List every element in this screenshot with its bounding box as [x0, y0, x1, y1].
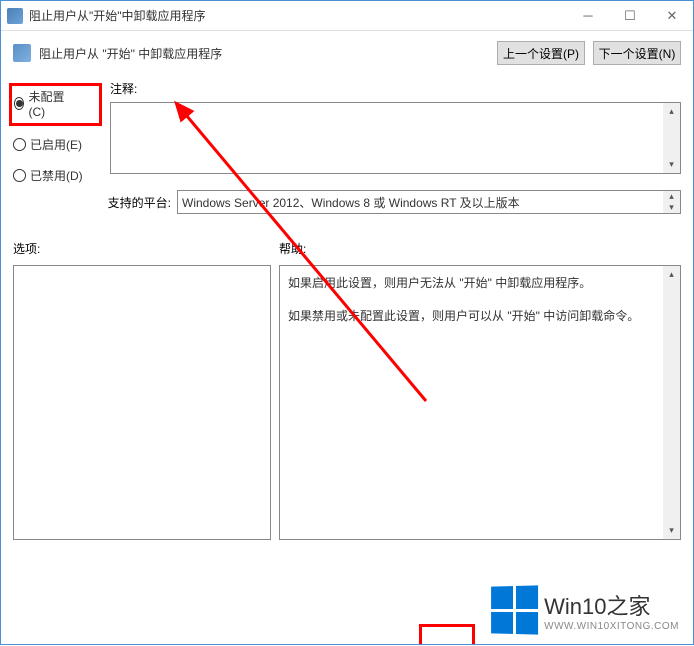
panels-row: 如果启用此设置，则用户无法从 "开始" 中卸载应用程序。 如果禁用或未配置此设置… — [13, 265, 681, 540]
header-row: 阻止用户从 "开始" 中卸载应用程序 上一个设置(P) 下一个设置(N) — [13, 41, 681, 65]
radio-circle-icon — [13, 169, 26, 182]
comment-label: 注释: — [110, 80, 681, 97]
scroll-up-icon[interactable]: ▴ — [663, 266, 680, 283]
windows-logo-icon — [491, 585, 538, 634]
window-title: 阻止用户从"开始"中卸载应用程序 — [29, 7, 567, 24]
minimize-button[interactable]: ─ — [567, 2, 609, 30]
radio-enabled[interactable]: 已启用(E) — [13, 136, 98, 153]
scrollbar[interactable]: ▴ ▾ — [663, 191, 680, 213]
app-icon — [7, 8, 23, 24]
platform-label: 支持的平台: — [13, 194, 173, 211]
platform-value: Windows Server 2012、Windows 8 或 Windows … — [182, 194, 520, 211]
help-panel: 如果启用此设置，则用户无法从 "开始" 中卸载应用程序。 如果禁用或未配置此设置… — [279, 265, 681, 540]
titlebar: 阻止用户从"开始"中卸载应用程序 ─ ☐ ✕ — [1, 1, 693, 31]
radio-label: 已禁用(D) — [30, 167, 83, 184]
window-controls: ─ ☐ ✕ — [567, 2, 693, 30]
watermark-text: Win10之家 WWW.WIN10XITONG.COM — [544, 589, 679, 632]
radio-disabled[interactable]: 已禁用(D) — [13, 167, 98, 184]
options-panel — [13, 265, 271, 540]
radio-label: 未配置(C) — [28, 88, 69, 119]
config-row: 未配置(C) 已启用(E) 已禁用(D) 注释: ▴ ▾ — [13, 83, 681, 184]
platform-textbox: Windows Server 2012、Windows 8 或 Windows … — [177, 190, 681, 214]
options-label: 选项: — [13, 240, 271, 257]
close-button[interactable]: ✕ — [651, 2, 693, 30]
next-setting-button[interactable]: 下一个设置(N) — [593, 41, 681, 65]
scroll-down-icon[interactable]: ▾ — [663, 156, 680, 173]
radio-group: 未配置(C) 已启用(E) 已禁用(D) — [13, 83, 98, 184]
radio-label: 已启用(E) — [30, 136, 82, 153]
radio-not-configured[interactable]: 未配置(C) — [14, 88, 69, 119]
content-area: 阻止用户从 "开始" 中卸载应用程序 上一个设置(P) 下一个设置(N) 未配置… — [1, 31, 693, 550]
scroll-down-icon[interactable]: ▾ — [663, 202, 680, 213]
bottom-highlight-box — [419, 624, 475, 644]
comment-textbox[interactable]: ▴ ▾ — [110, 102, 681, 174]
section-labels: 选项: 帮助: — [13, 240, 681, 257]
policy-description: 阻止用户从 "开始" 中卸载应用程序 — [39, 45, 489, 62]
radio-dot-icon — [14, 97, 24, 110]
watermark-url: WWW.WIN10XITONG.COM — [544, 621, 679, 632]
policy-icon — [13, 44, 31, 62]
help-paragraph: 如果启用此设置，则用户无法从 "开始" 中卸载应用程序。 — [288, 274, 658, 293]
platform-row: 支持的平台: Windows Server 2012、Windows 8 或 W… — [13, 190, 681, 214]
scroll-up-icon[interactable]: ▴ — [663, 191, 680, 202]
radio-circle-icon — [13, 138, 26, 151]
previous-setting-button[interactable]: 上一个设置(P) — [497, 41, 585, 65]
help-paragraph: 如果禁用或未配置此设置，则用户可以从 "开始" 中访问卸载命令。 — [288, 307, 658, 326]
comment-area: 注释: ▴ ▾ — [110, 83, 681, 174]
maximize-button[interactable]: ☐ — [609, 2, 651, 30]
scrollbar[interactable]: ▴ ▾ — [663, 266, 680, 539]
highlight-box: 未配置(C) — [9, 83, 102, 126]
watermark: Win10之家 WWW.WIN10XITONG.COM — [490, 586, 679, 634]
scroll-up-icon[interactable]: ▴ — [663, 103, 680, 120]
scroll-down-icon[interactable]: ▾ — [663, 522, 680, 539]
scrollbar[interactable]: ▴ ▾ — [663, 103, 680, 173]
watermark-title: Win10之家 — [544, 589, 679, 621]
help-label: 帮助: — [279, 240, 306, 257]
